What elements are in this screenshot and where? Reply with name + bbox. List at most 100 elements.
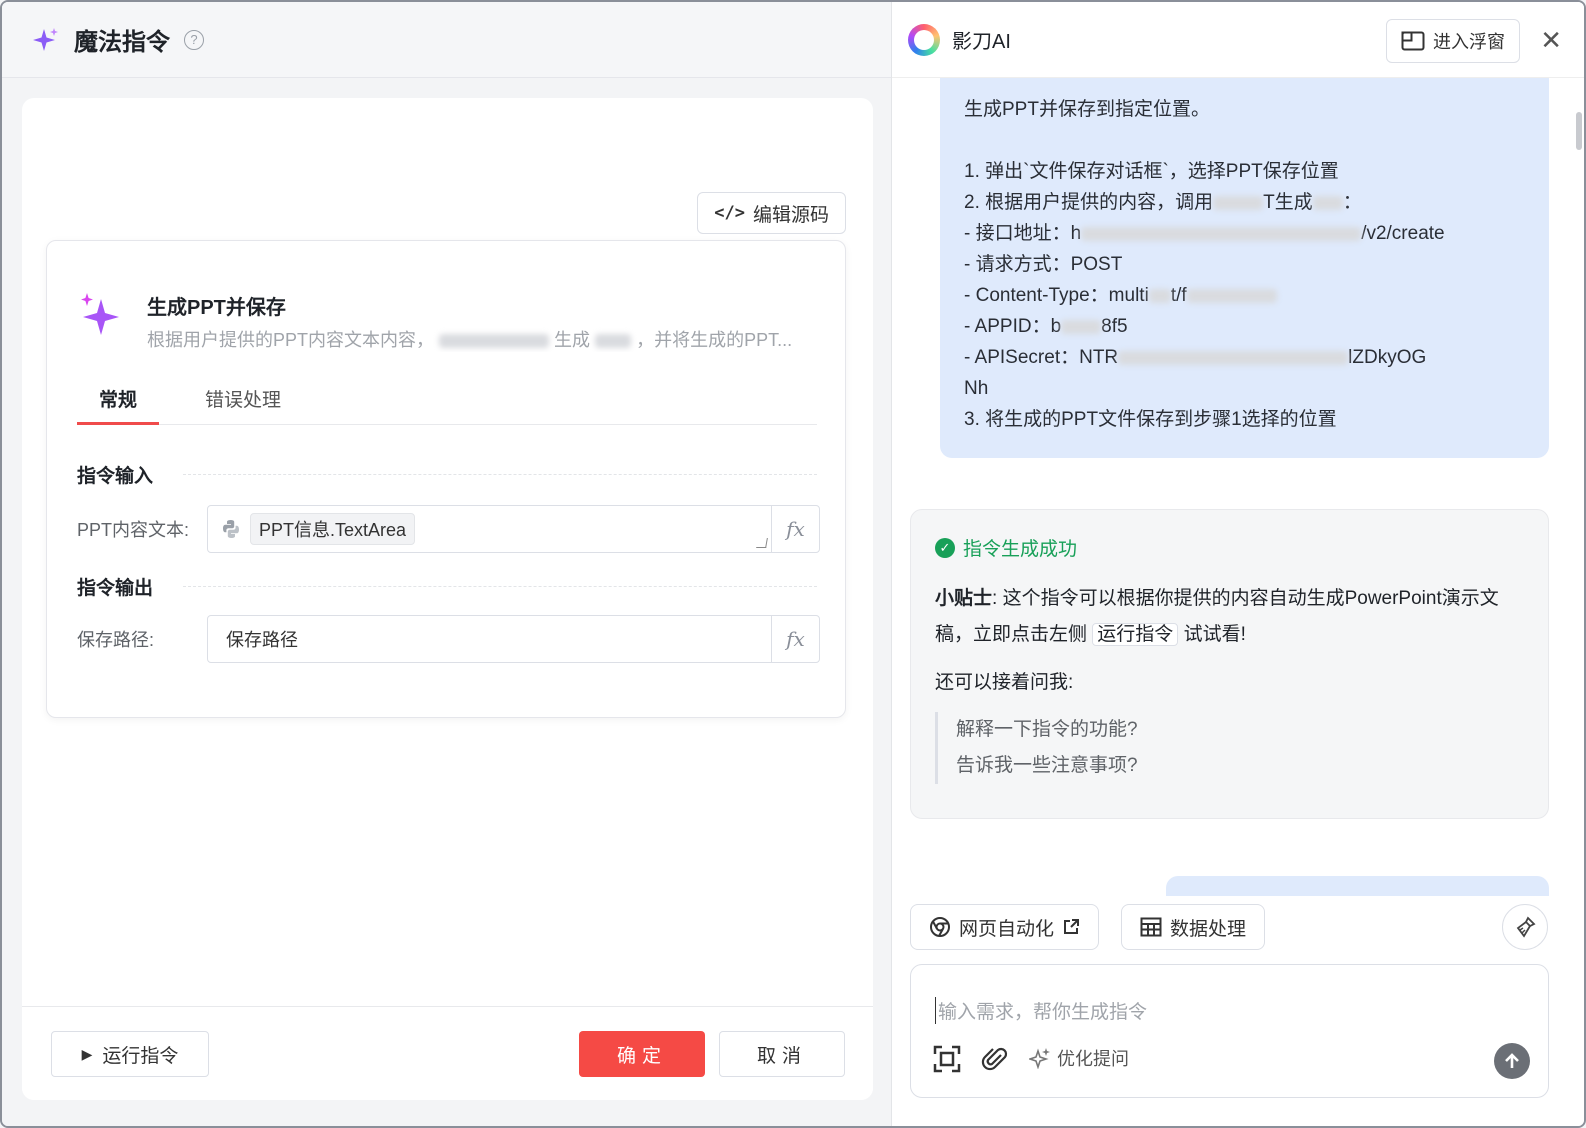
desc-prefix: 根据用户提供的PPT内容文本内容， <box>147 330 435 350</box>
message-line: 1. 弹出`文件保存对话框`，选择PPT保存位置 <box>964 161 1339 182</box>
scan-icon <box>933 1045 961 1073</box>
tip-text: 小贴士: 这个指令可以根据你提供的内容自动生成PowerPoint演示文稿，立即… <box>935 581 1524 653</box>
code-icon: </> <box>714 203 745 223</box>
float-window-icon <box>1401 31 1425 51</box>
broom-icon <box>1516 916 1536 938</box>
command-header: 生成PPT并保存 根据用户提供的PPT内容文本内容， 生成 ，并将生成的PPT.… <box>77 291 807 352</box>
clear-chat-button[interactable] <box>1502 904 1548 950</box>
play-icon: ▶ <box>81 1045 93 1062</box>
tab-error-handling[interactable]: 错误处理 <box>183 381 303 425</box>
web-automation-button[interactable]: 网页自动化 <box>910 904 1100 950</box>
command-config-card: 生成PPT并保存 根据用户提供的PPT内容文本内容， 生成 ，并将生成的PPT.… <box>46 240 846 718</box>
float-window-label: 进入浮窗 <box>1433 32 1505 52</box>
optimize-question-label: 优化提问 <box>1057 1049 1129 1069</box>
message-line: 3. 将生成的PPT文件保存到步骤1选择的位置 <box>964 409 1337 430</box>
run-command-label: 运行指令 <box>102 1045 179 1067</box>
message-line: 2. 根据用户提供的内容，调用 T生成： <box>964 192 1362 213</box>
sparkle-icon <box>33 27 58 51</box>
tip-body-end: 试试看! <box>1183 624 1246 645</box>
message-line: - Content-Type：multi t/f <box>964 280 1525 311</box>
save-path-row: 保存路径: 保存路径 fx <box>77 615 820 663</box>
float-window-button[interactable]: 进入浮窗 <box>1386 19 1520 63</box>
ai-response-card: ✓ 指令生成成功 小贴士: 这个指令可以根据你提供的内容自动生成PowerPoi… <box>910 509 1549 819</box>
fx-button[interactable]: fx <box>771 506 819 552</box>
table-icon <box>1140 917 1162 937</box>
tab-general[interactable]: 常规 <box>77 381 160 425</box>
redacted-text <box>1061 319 1102 334</box>
save-path-label: 保存路径: <box>77 630 155 650</box>
ppt-content-label: PPT内容文本: <box>77 520 190 540</box>
save-path-input[interactable]: 保存路径 fx <box>207 615 820 663</box>
send-button[interactable] <box>1494 1043 1530 1079</box>
editor-card: </> 编辑源码 生成PPT并保存 根据用户提供的PPT内容文本内容， 生成 ，… <box>22 98 873 1100</box>
chat-input-placeholder[interactable]: 输入需求，帮你生成指令 <box>935 997 1147 1024</box>
chrome-icon <box>930 917 950 937</box>
line-text: t/f <box>1170 285 1187 306</box>
edit-source-button[interactable]: </> 编辑源码 <box>697 192 846 234</box>
arrow-up-icon <box>1505 1053 1519 1068</box>
message-line: Nh <box>964 378 989 399</box>
desc-mid: 生成 <box>554 330 591 350</box>
screenshot-button[interactable] <box>933 1045 961 1073</box>
save-path-value: 保存路径 <box>226 630 298 650</box>
line-text: - Content-Type：multi <box>964 285 1149 306</box>
command-description: 根据用户提供的PPT内容文本内容， 生成 ，并将生成的PPT... <box>147 326 807 352</box>
fx-button[interactable]: fx <box>771 616 819 662</box>
success-label: 指令生成成功 <box>963 539 1078 560</box>
check-circle-icon: ✓ <box>935 537 955 558</box>
confirm-button[interactable]: 确定 <box>579 1031 705 1077</box>
line-text: - APISecret：NTR <box>964 347 1119 368</box>
message-line: - APPID：b 8f5 <box>964 311 1525 342</box>
line-text: lZDkyOG <box>1348 347 1427 368</box>
success-status: ✓ 指令生成成功 <box>935 534 1524 561</box>
attach-button[interactable] <box>981 1045 1009 1073</box>
assistant-header: 影刀AI 进入浮窗 ✕ <box>892 2 1584 78</box>
redacted-text <box>595 334 632 349</box>
optimize-question-button[interactable]: 优化提问 <box>1029 1045 1129 1071</box>
redacted-text <box>439 334 550 349</box>
ppt-content-row: PPT内容文本: PPT信息.TextArea fx <box>77 505 820 553</box>
sparkle-icon <box>1029 1048 1050 1069</box>
edit-source-label: 编辑源码 <box>752 204 829 226</box>
line-text: - 接口地址：h <box>964 223 1082 244</box>
variable-chip[interactable]: PPT信息.TextArea <box>250 513 416 545</box>
line-text: /v2/create <box>1361 223 1445 244</box>
help-icon[interactable]: ? <box>184 29 204 50</box>
cancel-button[interactable]: 取消 <box>719 1031 845 1077</box>
redacted-text <box>1213 195 1264 210</box>
web-automation-label: 网页自动化 <box>959 918 1055 940</box>
ppt-content-input[interactable]: PPT信息.TextArea fx <box>207 505 820 553</box>
run-command-button[interactable]: ▶ 运行指令 <box>51 1031 209 1077</box>
run-command-chip[interactable]: 运行指令 <box>1092 623 1179 646</box>
line-text: - APPID：b <box>964 316 1062 337</box>
tip-label: 小贴士 <box>935 588 993 609</box>
sparkle-icon <box>81 293 119 335</box>
redacted-text <box>1186 288 1277 303</box>
resize-handle[interactable] <box>756 538 768 548</box>
chat-input-box[interactable]: 输入需求，帮你生成指令 优化提问 <box>910 964 1549 1098</box>
message-line: 生成PPT并保存到指定位置。 <box>964 99 1210 120</box>
close-icon[interactable]: ✕ <box>1540 26 1562 54</box>
ai-assistant-panel: 影刀AI 进入浮窗 ✕ 生成PPT并保存到指定位置。 1. 弹出`文件保存对话框… <box>892 2 1584 1126</box>
suggestion-item[interactable]: 解释一下指令的功能? <box>956 712 1524 748</box>
line-text: 8f5 <box>1101 316 1128 337</box>
redacted-text <box>1118 350 1349 365</box>
page-title: 魔法指令 <box>74 29 170 56</box>
panel-header: 魔法指令 ? <box>2 2 891 78</box>
paperclip-icon <box>981 1047 1008 1071</box>
output-section-title: 指令输出 <box>77 573 817 600</box>
panel-footer: ▶ 运行指令 确定 取消 <box>22 1006 873 1100</box>
chat-scrollbar[interactable] <box>1576 112 1582 150</box>
next-user-bubble <box>1166 876 1549 896</box>
message-line: - 请求方式：POST <box>964 254 1123 275</box>
python-icon <box>223 520 239 538</box>
redacted-text <box>1081 226 1362 241</box>
command-title: 生成PPT并保存 <box>147 297 286 319</box>
line-text: 2. 根据用户提供的内容，调用 <box>964 192 1214 213</box>
data-processing-button[interactable]: 数据处理 <box>1121 904 1266 950</box>
brand-name: 影刀AI <box>952 31 1011 53</box>
desc-suffix: ，并将生成的PPT... <box>636 330 793 350</box>
redacted-text <box>1312 195 1343 210</box>
suggestion-item[interactable]: 告诉我一些注意事项? <box>956 748 1524 784</box>
suggestion-list: 解释一下指令的功能? 告诉我一些注意事项? <box>935 712 1524 784</box>
